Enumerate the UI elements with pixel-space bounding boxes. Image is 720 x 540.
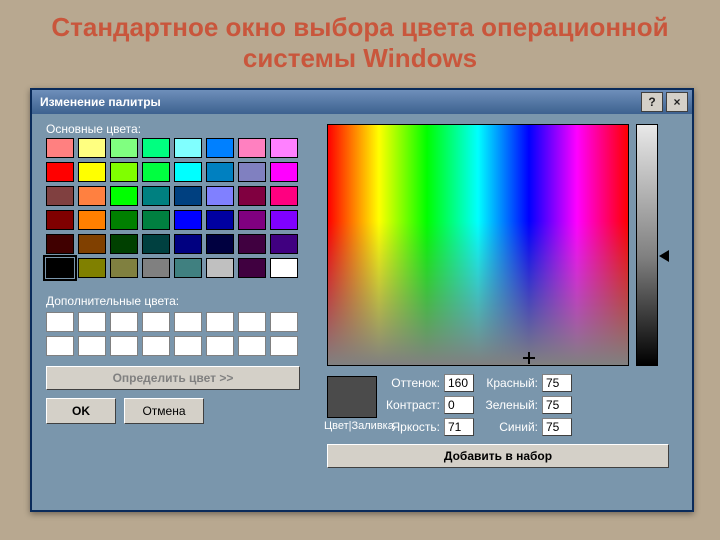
custom-color-swatch[interactable]: [270, 336, 298, 356]
basic-color-swatch[interactable]: [270, 186, 298, 206]
lum-label: Яркость:: [384, 420, 440, 434]
custom-color-swatch[interactable]: [46, 312, 74, 332]
basic-color-swatch[interactable]: [46, 138, 74, 158]
basic-color-swatch[interactable]: [174, 210, 202, 230]
help-button[interactable]: ?: [641, 92, 663, 112]
custom-color-swatch[interactable]: [110, 336, 138, 356]
basic-color-swatch[interactable]: [238, 138, 266, 158]
blue-label: Синий:: [480, 420, 538, 434]
ok-button[interactable]: OK: [46, 398, 116, 424]
basic-color-swatch[interactable]: [174, 162, 202, 182]
basic-color-swatch[interactable]: [78, 234, 106, 254]
basic-colors-grid: [46, 138, 298, 278]
basic-color-swatch[interactable]: [238, 186, 266, 206]
green-input[interactable]: [542, 396, 572, 414]
basic-color-swatch[interactable]: [270, 258, 298, 278]
basic-color-swatch[interactable]: [174, 186, 202, 206]
custom-color-swatch[interactable]: [78, 336, 106, 356]
basic-color-swatch[interactable]: [142, 138, 170, 158]
custom-color-swatch[interactable]: [110, 312, 138, 332]
custom-color-swatch[interactable]: [78, 312, 106, 332]
custom-color-swatch[interactable]: [270, 312, 298, 332]
basic-color-swatch[interactable]: [206, 162, 234, 182]
basic-color-swatch[interactable]: [78, 186, 106, 206]
basic-color-swatch[interactable]: [110, 258, 138, 278]
hue-input[interactable]: [444, 374, 474, 392]
basic-color-swatch[interactable]: [78, 210, 106, 230]
custom-color-swatch[interactable]: [46, 336, 74, 356]
custom-color-swatch[interactable]: [174, 312, 202, 332]
sat-input[interactable]: [444, 396, 474, 414]
basic-color-swatch[interactable]: [110, 210, 138, 230]
basic-color-swatch[interactable]: [206, 234, 234, 254]
basic-color-swatch[interactable]: [46, 234, 74, 254]
basic-color-swatch[interactable]: [206, 186, 234, 206]
color-preview: [327, 376, 377, 418]
basic-color-swatch[interactable]: [142, 186, 170, 206]
luminance-slider[interactable]: [636, 124, 658, 366]
basic-color-swatch[interactable]: [238, 210, 266, 230]
lum-input[interactable]: [444, 418, 474, 436]
add-to-set-button[interactable]: Добавить в набор: [327, 444, 669, 468]
basic-color-swatch[interactable]: [270, 138, 298, 158]
basic-color-swatch[interactable]: [206, 210, 234, 230]
basic-color-swatch[interactable]: [46, 258, 74, 278]
custom-color-swatch[interactable]: [238, 336, 266, 356]
basic-color-swatch[interactable]: [110, 162, 138, 182]
basic-color-swatch[interactable]: [46, 186, 74, 206]
basic-color-swatch[interactable]: [110, 234, 138, 254]
basic-color-swatch[interactable]: [78, 138, 106, 158]
basic-color-swatch[interactable]: [238, 162, 266, 182]
color-gradient-picker[interactable]: [327, 124, 629, 366]
dialog-body: Основные цвета: Дополнительные цвета: Оп…: [32, 114, 692, 510]
basic-color-swatch[interactable]: [110, 186, 138, 206]
basic-color-swatch[interactable]: [270, 162, 298, 182]
basic-color-swatch[interactable]: [206, 138, 234, 158]
titlebar: Изменение палитры ? ×: [32, 90, 692, 114]
custom-color-swatch[interactable]: [142, 312, 170, 332]
slide-title: Стандартное окно выбора цвета операционн…: [0, 0, 720, 80]
basic-color-swatch[interactable]: [238, 234, 266, 254]
basic-color-swatch[interactable]: [142, 210, 170, 230]
basic-color-swatch[interactable]: [206, 258, 234, 278]
basic-color-swatch[interactable]: [78, 162, 106, 182]
close-button[interactable]: ×: [666, 92, 688, 112]
basic-color-swatch[interactable]: [270, 234, 298, 254]
basic-color-swatch[interactable]: [110, 138, 138, 158]
luminance-arrow-icon: [659, 250, 669, 262]
red-label: Красный:: [480, 376, 538, 390]
basic-color-swatch[interactable]: [142, 258, 170, 278]
green-label: Зеленый:: [480, 398, 538, 412]
custom-color-swatch[interactable]: [206, 312, 234, 332]
sat-label: Контраст:: [384, 398, 440, 412]
basic-color-swatch[interactable]: [174, 258, 202, 278]
custom-color-swatch[interactable]: [174, 336, 202, 356]
basic-colors-label: Основные цвета:: [46, 122, 141, 136]
hue-label: Оттенок:: [384, 376, 440, 390]
define-color-button[interactable]: Определить цвет >>: [46, 366, 300, 390]
blue-input[interactable]: [542, 418, 572, 436]
custom-colors-label: Дополнительные цвета:: [46, 294, 179, 308]
basic-color-swatch[interactable]: [78, 258, 106, 278]
custom-color-swatch[interactable]: [142, 336, 170, 356]
basic-color-swatch[interactable]: [142, 234, 170, 254]
cancel-button[interactable]: Отмена: [124, 398, 204, 424]
custom-color-swatch[interactable]: [238, 312, 266, 332]
basic-color-swatch[interactable]: [142, 162, 170, 182]
basic-color-swatch[interactable]: [174, 138, 202, 158]
basic-color-swatch[interactable]: [174, 234, 202, 254]
custom-colors-grid: [46, 312, 298, 356]
color-dialog: Изменение палитры ? × Основные цвета: До…: [30, 88, 694, 512]
basic-color-swatch[interactable]: [46, 210, 74, 230]
basic-color-swatch[interactable]: [238, 258, 266, 278]
dialog-title: Изменение палитры: [36, 95, 638, 109]
red-input[interactable]: [542, 374, 572, 392]
basic-color-swatch[interactable]: [270, 210, 298, 230]
custom-color-swatch[interactable]: [206, 336, 234, 356]
basic-color-swatch[interactable]: [46, 162, 74, 182]
